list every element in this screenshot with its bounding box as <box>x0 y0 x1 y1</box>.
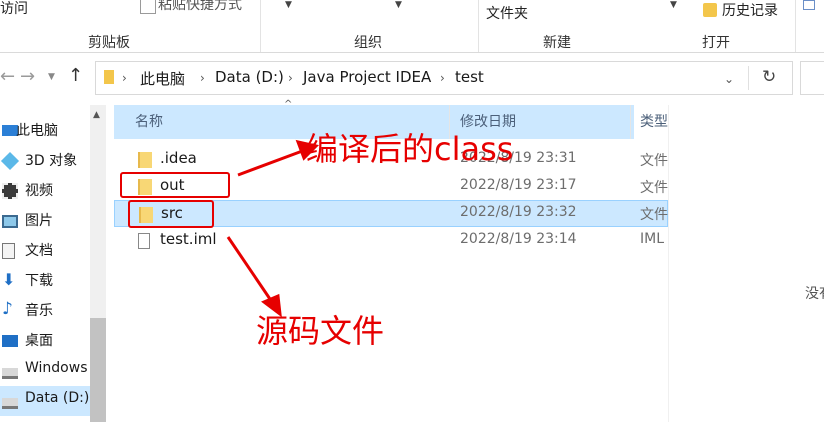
annotation-compiled-label: 编译后的class <box>306 130 514 168</box>
annotation-arrows <box>226 139 319 318</box>
annotation-source-label: 源码文件 <box>256 312 385 350</box>
arrow-to-compiled-label <box>237 148 306 177</box>
arrow-to-source-label <box>226 236 274 303</box>
